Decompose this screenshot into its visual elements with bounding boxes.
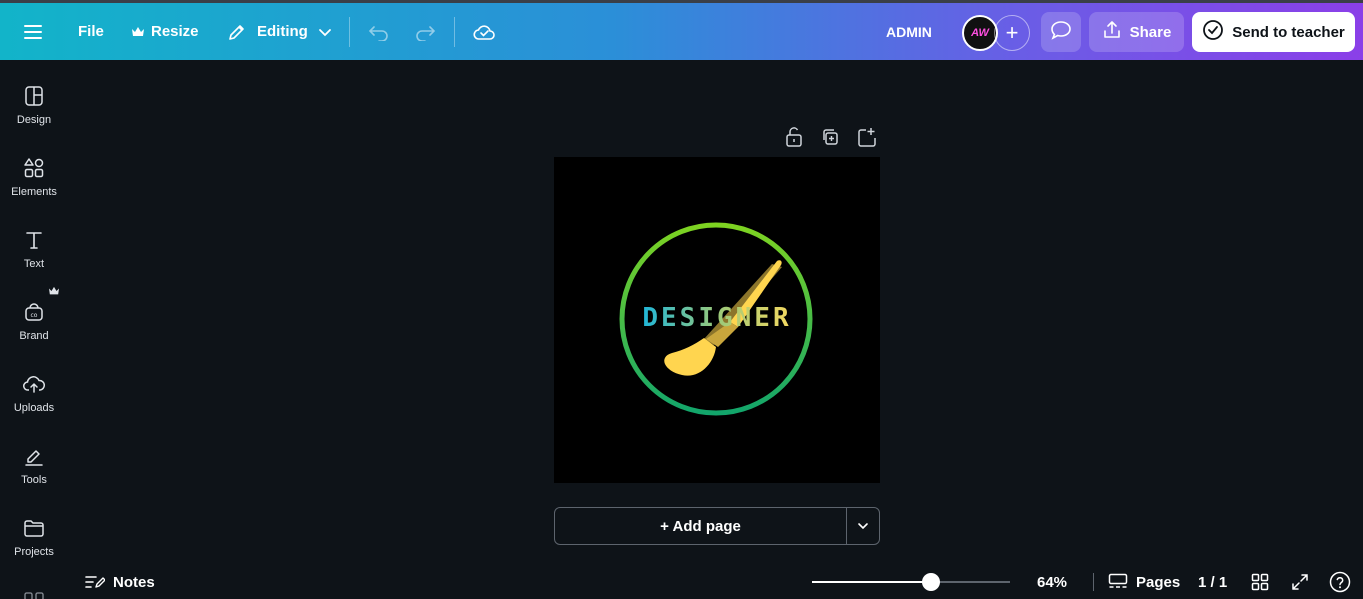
grid-view-icon [1251,573,1269,591]
tools-icon [25,450,43,466]
send-to-teacher-button[interactable]: Send to teacher [1192,12,1355,52]
user-name-label: ADMIN [886,23,932,40]
share-button[interactable]: Share [1089,12,1184,52]
add-page-icon-button[interactable] [856,126,876,150]
grid-view-button[interactable] [1251,565,1269,599]
sidebar-item-tools[interactable]: Tools [0,434,68,498]
help-button[interactable] [1329,565,1351,599]
cloud-check-icon [472,22,496,42]
sidebar-item-label: Projects [14,546,54,558]
zoom-slider-handle[interactable] [921,573,940,591]
add-page-bar: + Add page [554,507,880,545]
send-to-teacher-label: Send to teacher [1232,23,1345,41]
crown-icon [49,286,59,295]
projects-icon [24,520,44,537]
pages-icon [1108,573,1128,588]
sidebar-item-brand[interactable]: co Brand [0,286,68,354]
fullscreen-icon [1292,574,1308,590]
comment-icon [1050,20,1072,44]
fullscreen-button[interactable] [1291,565,1309,599]
editing-label: Editing [257,23,308,40]
chevron-down-icon [318,27,332,37]
bottom-bar: Notes 64% Pages 1 / 1 [68,565,1363,599]
notes-icon [85,576,105,588]
file-menu-label: File [78,23,104,40]
notes-label: Notes [113,573,155,591]
pages-button[interactable]: Pages [1108,565,1180,599]
apps-icon[interactable] [24,588,44,599]
design-icon [25,86,43,106]
logo-text: DESIGNER [642,303,791,333]
share-icon [1102,20,1122,44]
redo-button[interactable] [414,3,436,60]
zoom-level-label: 64% [1037,573,1068,591]
notes-button[interactable]: Notes [85,565,155,599]
design-canvas-page[interactable]: DESIGNER [554,157,880,483]
sidebar-item-label: Tools [21,474,47,486]
check-circle-icon [1202,19,1224,45]
menu-icon[interactable] [24,3,42,60]
bottom-divider [1093,573,1094,591]
file-menu-button[interactable]: File [78,3,104,60]
duplicate-icon [823,129,838,145]
top-toolbar: File Resize Editing ADMIN AW + Share Sen… [0,0,1363,60]
add-collaborator-button[interactable]: + [994,15,1030,51]
comments-button[interactable] [1041,12,1081,52]
left-sidebar: Design Elements Text co Brand Uploads To… [0,60,68,599]
lock-page-button[interactable] [784,126,804,150]
pages-label: Pages [1136,573,1181,591]
sidebar-item-label: Text [23,258,45,270]
redo-icon [414,23,436,41]
page-counter: 1 / 1 [1198,565,1227,599]
uploads-icon [23,376,46,393]
avatar-initials: AW [971,27,989,39]
duplicate-page-button[interactable] [820,126,840,150]
designer-logo[interactable]: DESIGNER [554,157,880,483]
text-icon [26,232,42,249]
help-icon [1329,571,1351,593]
editing-mode-dropdown[interactable]: Editing [227,3,332,60]
sidebar-item-projects[interactable]: Projects [0,506,68,570]
sidebar-item-text[interactable]: Text [0,218,68,282]
elements-icon [24,158,44,178]
resize-button[interactable]: Resize [131,3,199,60]
add-page-button[interactable]: + Add page [555,508,847,544]
undo-button[interactable] [368,3,390,60]
add-page-icon [858,128,876,147]
avatar[interactable]: AW [962,15,998,51]
sidebar-item-label: Uploads [13,402,55,414]
sidebar-item-label: Design [16,114,52,126]
zoom-slider-fill [812,581,931,583]
add-page-dropdown[interactable] [847,508,879,544]
cloud-save-button[interactable] [472,3,496,60]
sidebar-item-elements[interactable]: Elements [0,146,68,210]
plus-icon: + [1005,20,1019,45]
unlock-icon [786,127,802,147]
add-page-label: + Add page [660,517,741,535]
page-counter-label: 1 / 1 [1198,573,1228,591]
crown-icon [131,26,145,38]
sidebar-item-label: Brand [19,330,49,342]
share-label: Share [1129,23,1172,41]
toolbar-divider [454,17,455,47]
svg-text:co: co [31,312,38,319]
sidebar-item-design[interactable]: Design [0,74,68,138]
sidebar-item-uploads[interactable]: Uploads [0,362,68,426]
zoom-level-button[interactable]: 64% [1037,565,1067,599]
brand-icon: co [25,303,43,321]
undo-icon [368,23,390,41]
zoom-slider[interactable] [812,573,1010,591]
chevron-down-icon [858,523,868,530]
toolbar-divider [349,17,350,47]
pencil-icon [227,22,247,42]
sidebar-item-label: Elements [11,186,57,198]
resize-label: Resize [151,23,199,40]
